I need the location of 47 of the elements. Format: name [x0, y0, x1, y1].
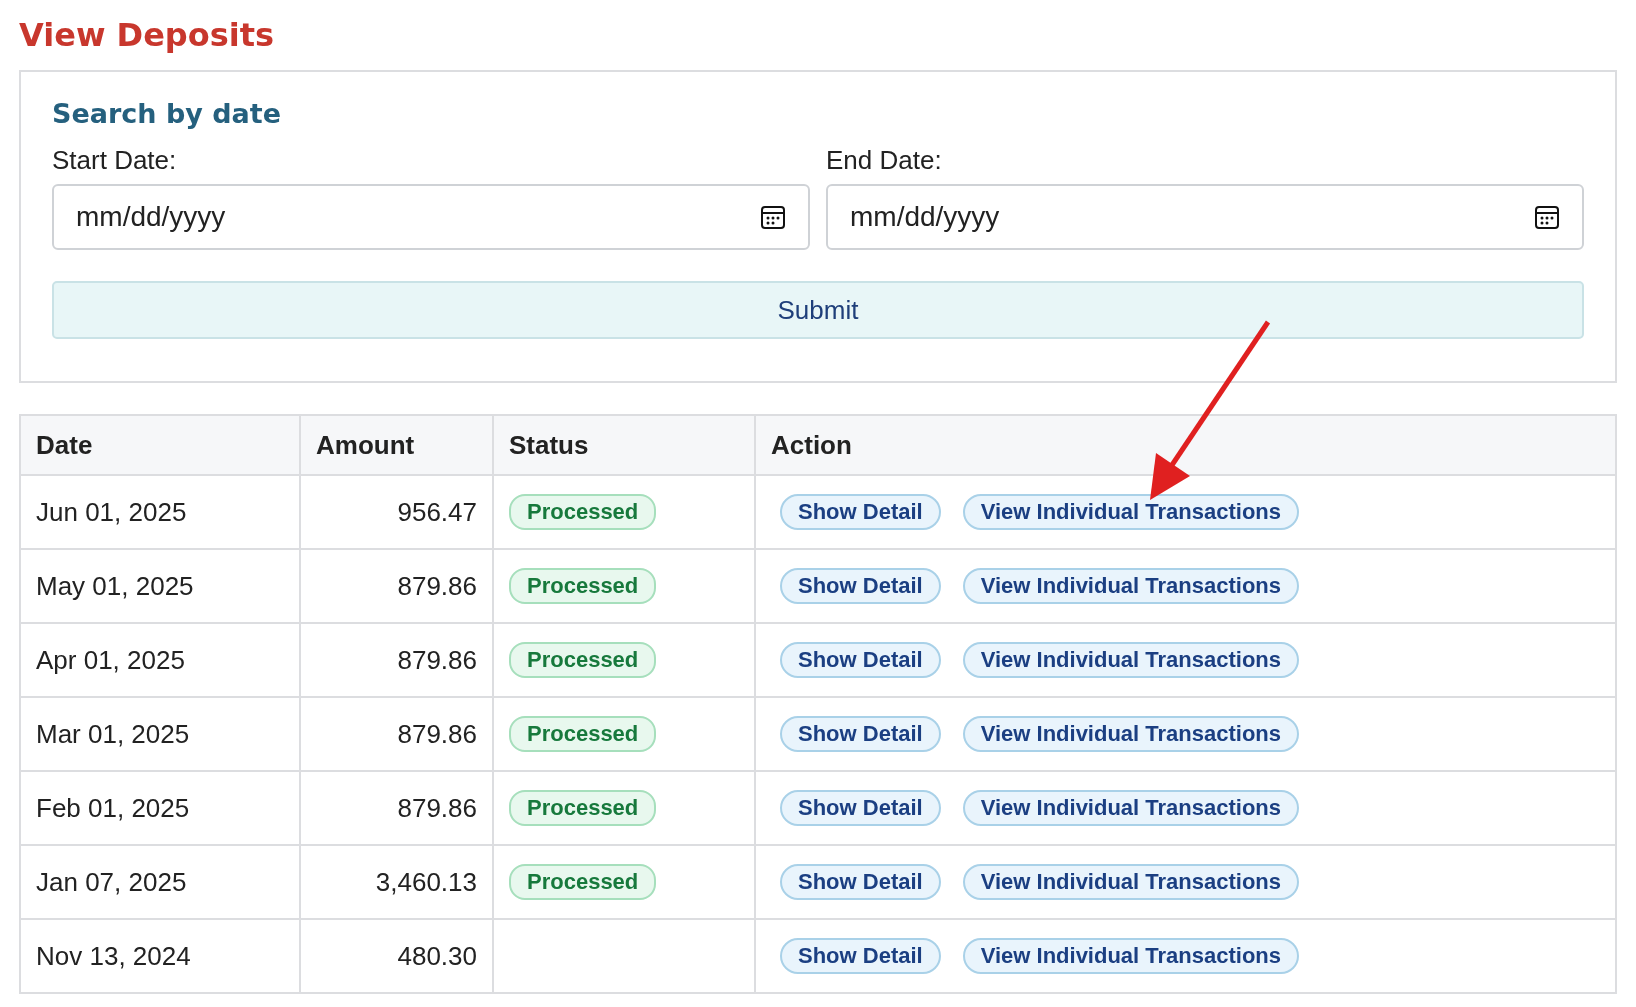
column-header: Amount: [300, 415, 493, 475]
table-cell: 480.30: [300, 919, 493, 993]
table-cell: 956.47: [300, 475, 493, 549]
status-badge: Processed: [509, 790, 657, 826]
table-cell: Nov 13, 2024: [20, 919, 300, 993]
action-button[interactable]: Show Detail: [780, 790, 941, 826]
table-cell: 879.86: [300, 771, 493, 845]
action-button[interactable]: Show Detail: [780, 716, 941, 752]
calendar-icon[interactable]: [760, 204, 786, 230]
field-label: End Date:: [826, 144, 943, 176]
status-badge: Processed: [509, 864, 657, 900]
column-header: Status: [493, 415, 755, 475]
table-cell: Mar 01, 2025: [20, 697, 300, 771]
action-button[interactable]: View Individual Transactions: [962, 716, 1300, 752]
column-header: Action: [755, 415, 1616, 475]
action-button[interactable]: Show Detail: [780, 568, 941, 604]
table-cell: Jun 01, 2025: [20, 475, 300, 549]
action-button[interactable]: View Individual Transactions: [962, 494, 1300, 530]
action-button[interactable]: Show Detail: [780, 938, 941, 974]
date-field[interactable]: mm/dd/yyyy: [826, 184, 1584, 250]
table-cell: 879.86: [300, 697, 493, 771]
date-field[interactable]: mm/dd/yyyy: [52, 184, 810, 250]
table-cell: 879.86: [300, 549, 493, 623]
section-heading: Search by date: [52, 97, 282, 131]
page-title: View Deposits: [19, 15, 276, 56]
action-button[interactable]: View Individual Transactions: [962, 790, 1300, 826]
field-label: Start Date:: [52, 144, 178, 176]
table-cell: 3,460.13: [300, 845, 493, 919]
action-button[interactable]: View Individual Transactions: [962, 938, 1300, 974]
submit-button[interactable]: Submit: [52, 281, 1584, 339]
action-button[interactable]: View Individual Transactions: [962, 568, 1300, 604]
calendar-icon[interactable]: [1534, 204, 1560, 230]
status-badge: Processed: [509, 494, 657, 530]
action-button[interactable]: Show Detail: [780, 642, 941, 678]
column-header: Date: [20, 415, 300, 475]
table-cell: Apr 01, 2025: [20, 623, 300, 697]
action-button[interactable]: View Individual Transactions: [962, 642, 1300, 678]
table-cell: Jan 07, 2025: [20, 845, 300, 919]
action-button[interactable]: Show Detail: [780, 494, 941, 530]
status-badge: Processed: [509, 568, 657, 604]
table-cell: Feb 01, 2025: [20, 771, 300, 845]
table-cell: May 01, 2025: [20, 549, 300, 623]
status-badge: Processed: [509, 642, 657, 678]
action-button[interactable]: Show Detail: [780, 864, 941, 900]
status-badge: Processed: [509, 716, 657, 752]
table-cell: 879.86: [300, 623, 493, 697]
action-button[interactable]: View Individual Transactions: [962, 864, 1300, 900]
